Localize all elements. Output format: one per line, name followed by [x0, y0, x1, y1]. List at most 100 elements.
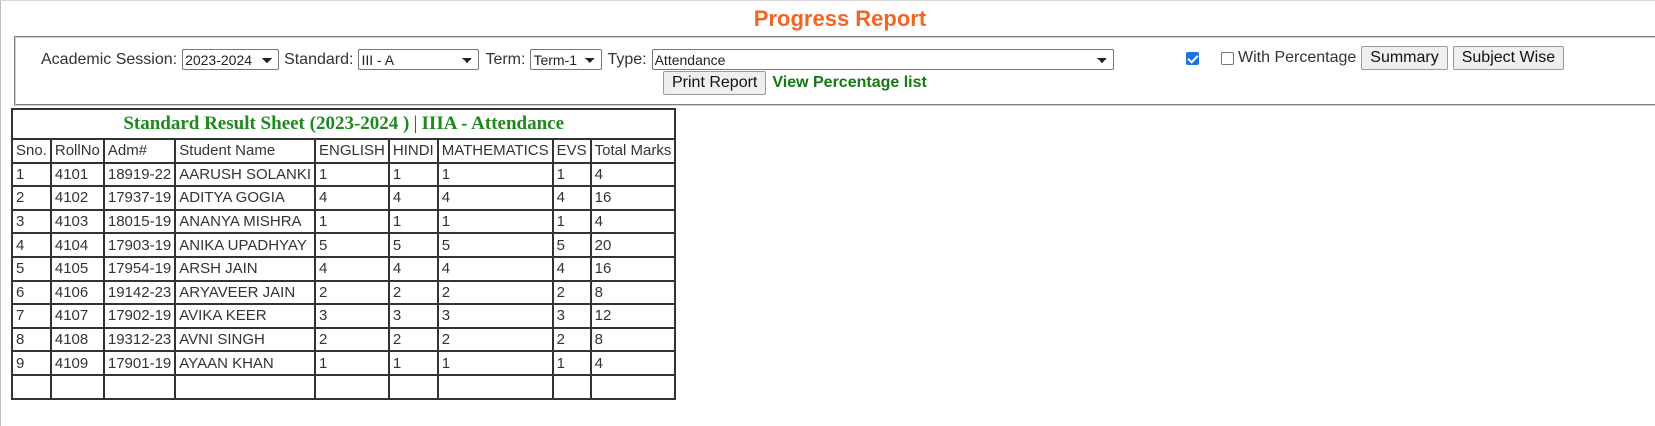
sheet-subtitle: IIIA - Attendance: [421, 113, 565, 134]
table-cell: 4104: [49, 232, 105, 258]
filter-panel: Academic Session: 2023-2024 Standard: II…: [14, 36, 1655, 106]
table-cell: 4108: [49, 326, 105, 353]
term-label: Term:: [485, 50, 526, 68]
table-cell: 3: [387, 303, 439, 329]
table-cell: 5: [314, 232, 390, 258]
table-cell: AYAAN KHAN: [174, 350, 316, 376]
standard-select[interactable]: III - A: [358, 49, 480, 70]
table-cell: 1: [314, 208, 390, 235]
sheet-title: Standard Result Sheet (2023-2024 ): [123, 113, 410, 134]
table-cell: 1: [551, 208, 592, 235]
table-cell: 1: [11, 161, 52, 188]
with-percentage-label: With Percentage: [1238, 49, 1357, 66]
table-cell: [174, 373, 316, 400]
column-header: Total Marks: [589, 138, 677, 164]
table-cell: 4: [387, 185, 439, 211]
table-cell: 17937-19: [102, 185, 177, 211]
table-cell: 2: [436, 326, 554, 353]
view-percentage-link[interactable]: View Percentage list: [772, 74, 926, 92]
table-cell: 19142-23: [102, 279, 177, 306]
table-cell: 1: [436, 161, 554, 188]
table-cell: ANIKA UPADHYAY: [174, 232, 316, 258]
table-row: 9 4109 17901-19 AYAAN KHAN 1 1 1 1 4: [11, 350, 677, 376]
table-row: [11, 373, 677, 400]
table-cell: 4106: [49, 279, 105, 306]
table-cell: 4: [551, 255, 592, 282]
table-cell: 1: [314, 350, 390, 376]
column-header: RollNo: [49, 138, 105, 164]
table-cell: [102, 373, 177, 400]
table-cell: 6: [11, 279, 52, 306]
column-header: Adm#: [102, 138, 177, 164]
table-cell: 8: [589, 326, 677, 353]
session-select[interactable]: 2023-2024: [182, 49, 280, 70]
table-cell: AVNI SINGH: [174, 326, 316, 353]
type-select[interactable]: Attendance: [651, 49, 1114, 70]
action-row: Print Report View Percentage list: [663, 71, 927, 95]
summary-button[interactable]: Summary: [1361, 46, 1448, 70]
standard-label: Standard:: [284, 50, 354, 68]
table-row: 5 4105 17954-19 ARSH JAIN 4 4 4 4 16: [11, 255, 677, 282]
table-cell: 9: [11, 350, 52, 376]
table-cell: 12: [589, 303, 677, 329]
table-cell: 4: [11, 232, 52, 258]
table-cell: ANANYA MISHRA: [174, 208, 316, 235]
table-cell: 2: [551, 279, 592, 306]
table-cell: ADITYA GOGIA: [174, 185, 316, 211]
table-cell: 4: [436, 255, 554, 282]
column-header: HINDI: [387, 138, 439, 164]
table-cell: 2: [11, 185, 52, 211]
table-header-row: Sno. RollNo Adm# Student Name ENGLISH HINDI MA…: [11, 138, 677, 164]
table-cell: 2: [436, 279, 554, 306]
table-cell: 17902-19: [102, 303, 177, 329]
print-report-button[interactable]: Print Report: [663, 71, 767, 95]
table-cell: 2: [314, 326, 390, 353]
table-row: 2 4102 17937-19 ADITYA GOGIA 4 4 4 4 16: [11, 185, 677, 211]
with-percentage-checkbox[interactable]: [1221, 51, 1234, 65]
select-checkbox[interactable]: [1186, 51, 1199, 65]
column-header: EVS: [551, 138, 592, 164]
table-cell: 1: [551, 350, 592, 376]
table-body: 1 4101 18919-22 AARUSH SOLANKI 1 1 1 1 4 2 4102 179…: [11, 161, 677, 400]
table-cell: 3: [314, 303, 390, 329]
table-cell: 17954-19: [102, 255, 177, 282]
table-cell: 3: [436, 303, 554, 329]
table-row: 1 4101 18919-22 AARUSH SOLANKI 1 1 1 1 4: [11, 161, 677, 188]
table-cell: 4: [589, 350, 677, 376]
table-cell: 16: [589, 185, 677, 211]
table-cell: 3: [551, 303, 592, 329]
table-cell: 2: [314, 279, 390, 306]
subject-wise-button[interactable]: Subject Wise: [1452, 46, 1565, 70]
table-cell: ARSH JAIN: [174, 255, 316, 282]
session-label: Academic Session:: [41, 50, 178, 68]
table-cell: [314, 373, 390, 400]
table-cell: 1: [387, 161, 439, 188]
term-select[interactable]: Term-1: [530, 49, 603, 70]
table-cell: 18015-19: [102, 208, 177, 235]
table-row: 3 4103 18015-19 ANANYA MISHRA 1 1 1 1 4: [11, 208, 677, 235]
table-cell: 5: [551, 232, 592, 258]
column-header: Sno.: [11, 138, 52, 164]
table-cell: [589, 373, 677, 400]
table-cell: ARYAVEER JAIN: [174, 279, 316, 306]
table-cell: 5: [11, 255, 52, 282]
sheet-title-cell: Standard Result Sheet (2023-2024 ) | III…: [10, 108, 677, 140]
table-cell: 4: [589, 208, 677, 235]
table-cell: 4107: [49, 303, 105, 329]
filter-row: Academic Session: 2023-2024 Standard: II…: [41, 49, 1114, 70]
table-row: 4 4104 17903-19 ANIKA UPADHYAY 5 5 5 5 20: [11, 232, 677, 258]
result-sheet-table: Standard Result Sheet (2023-2024 ) | III…: [10, 108, 677, 400]
table-cell: 4102: [49, 185, 105, 211]
window-left-border: [0, 0, 1, 426]
table-cell: 4103: [49, 208, 105, 235]
table-cell: 2: [387, 326, 439, 353]
table-cell: 1: [387, 208, 439, 235]
table-row: 7 4107 17902-19 AVIKA KEER 3 3 3 3 12: [11, 303, 677, 329]
table-cell: 2: [551, 326, 592, 353]
page-title: Progress Report: [753, 6, 927, 31]
table-cell: 17903-19: [102, 232, 177, 258]
table-cell: 5: [387, 232, 439, 258]
table-cell: 4: [387, 255, 439, 282]
table-cell: 4: [314, 185, 390, 211]
table-cell: 4: [551, 185, 592, 211]
